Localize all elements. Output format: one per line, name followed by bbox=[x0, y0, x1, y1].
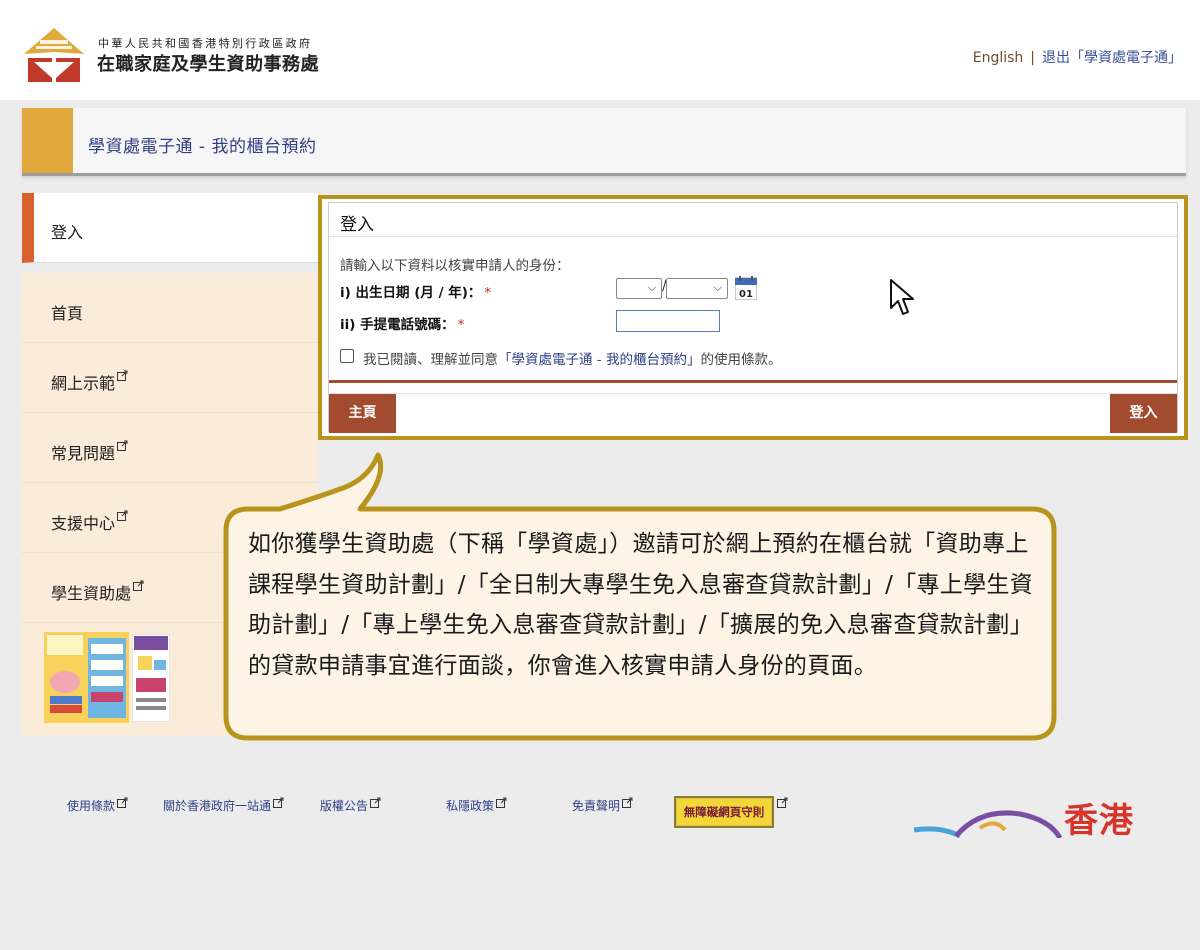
sidebar-item-home[interactable]: 首頁 bbox=[22, 273, 318, 343]
dob-year-select[interactable]: ⌵ bbox=[666, 278, 728, 299]
footer-terms-link[interactable]: 使用條款 bbox=[67, 797, 128, 814]
footer-disclaimer-link[interactable]: 免責聲明 bbox=[572, 797, 633, 814]
mobile-phone-input[interactable] bbox=[616, 310, 720, 332]
callout-text: 如你獲學生資助處（下稱「學資處」）邀請可於網上預約在櫃台就「資助專上課程學生資助… bbox=[248, 531, 1033, 679]
terms-agree-checkbox[interactable] bbox=[340, 349, 354, 363]
login-form: 登入 請輸入以下資料以核實申請人的身份： i) 出生日期 (月 / 年)： * ⌵… bbox=[328, 202, 1178, 433]
external-link-icon bbox=[117, 370, 128, 381]
chevron-down-icon: ⌵ bbox=[713, 281, 722, 294]
dob-label: i) 出生日期 (月 / 年)： * bbox=[340, 285, 492, 301]
mouse-cursor-icon bbox=[890, 279, 914, 315]
external-link-icon bbox=[622, 797, 633, 808]
piggy-bank-poster-thumbnail[interactable] bbox=[44, 632, 129, 723]
terms-of-use-link[interactable]: 「學資處電子通 - 我的櫃台預約」 bbox=[498, 352, 700, 368]
sidebar-item-label: 首頁 bbox=[51, 304, 84, 323]
required-mark: * bbox=[457, 317, 465, 333]
footer-privacy-link[interactable]: 私隱政策 bbox=[446, 797, 507, 814]
site-header: 中華人民共和國香港特別行政區政府 在職家庭及學生資助事務處 English | 退出… bbox=[0, 0, 1200, 100]
required-mark: * bbox=[484, 285, 492, 301]
page-title: 學資處電子通 - 我的櫃台預約 bbox=[88, 137, 317, 157]
external-link-icon bbox=[117, 797, 128, 808]
sidebar-item-label: 支援中心 bbox=[51, 514, 116, 533]
footer-copyright-link[interactable]: 版權公告 bbox=[320, 797, 381, 814]
top-links-separator: | bbox=[1030, 50, 1035, 66]
dob-month-select[interactable]: ⌵ bbox=[616, 278, 662, 299]
footer-gov-hk-link[interactable]: 關於香港政府一站通 bbox=[163, 797, 284, 814]
svg-text:01: 01 bbox=[739, 289, 753, 300]
form-footer-divider bbox=[329, 380, 1177, 383]
external-link-icon bbox=[370, 797, 381, 808]
login-instruction: 請輸入以下資料以核實申請人的身份： bbox=[340, 258, 570, 274]
brand-hong-kong-dragon-icon bbox=[913, 810, 1063, 838]
title-accent-block bbox=[22, 108, 73, 173]
english-language-link[interactable]: English bbox=[973, 50, 1024, 66]
external-link-icon bbox=[273, 797, 284, 808]
external-link-icon bbox=[117, 510, 128, 521]
external-link-icon bbox=[777, 797, 788, 808]
login-heading: 登入 bbox=[340, 215, 374, 235]
sidebar-item-online-demo[interactable]: 網上示範 bbox=[22, 343, 318, 413]
home-button[interactable]: 主頁 bbox=[329, 394, 396, 433]
sidebar-item-label: 登入 bbox=[51, 223, 84, 242]
external-link-icon bbox=[117, 440, 128, 451]
chevron-down-icon: ⌵ bbox=[647, 281, 656, 294]
agency-name: 在職家庭及學生資助事務處 bbox=[97, 54, 319, 75]
top-links: English | 退出「學資處電子通」 bbox=[973, 47, 1182, 67]
login-divider bbox=[329, 236, 1177, 237]
brand-hong-kong-wordmark: 香港 bbox=[1064, 801, 1134, 841]
login-submit-button[interactable]: 登入 bbox=[1110, 394, 1177, 433]
accessibility-badge[interactable]: 無障礙網頁守則 bbox=[674, 796, 774, 828]
login-panel: 登入 請輸入以下資料以核實申請人的身份： i) 出生日期 (月 / 年)： * ⌵… bbox=[318, 195, 1188, 440]
external-link-icon bbox=[496, 797, 507, 808]
government-name: 中華人民共和國香港特別行政區政府 bbox=[98, 37, 313, 50]
agency-logo-icon[interactable] bbox=[22, 26, 86, 84]
terms-agree-text: 我已閱讀、理解並同意「學資處電子通 - 我的櫃台預約」的使用條款。 bbox=[363, 352, 782, 368]
page-title-banner: 學資處電子通 - 我的櫃台預約 bbox=[22, 108, 1186, 176]
sidebar-item-label: 學生資助處 bbox=[51, 584, 132, 603]
sidebar-item-label: 常見問題 bbox=[51, 444, 116, 463]
calendar-icon[interactable]: 01 bbox=[735, 276, 757, 300]
form-footer: 主頁 登入 bbox=[329, 393, 1177, 433]
logout-link[interactable]: 退出「學資處電子通」 bbox=[1042, 50, 1182, 66]
sidebar-item-login[interactable]: 登入 bbox=[22, 193, 318, 263]
external-link-icon bbox=[133, 580, 144, 591]
phone-label: ii) 手提電話號碼： * bbox=[340, 317, 465, 333]
sidebar-item-label: 網上示範 bbox=[51, 374, 116, 393]
loan-poster-thumbnail[interactable] bbox=[132, 634, 170, 722]
